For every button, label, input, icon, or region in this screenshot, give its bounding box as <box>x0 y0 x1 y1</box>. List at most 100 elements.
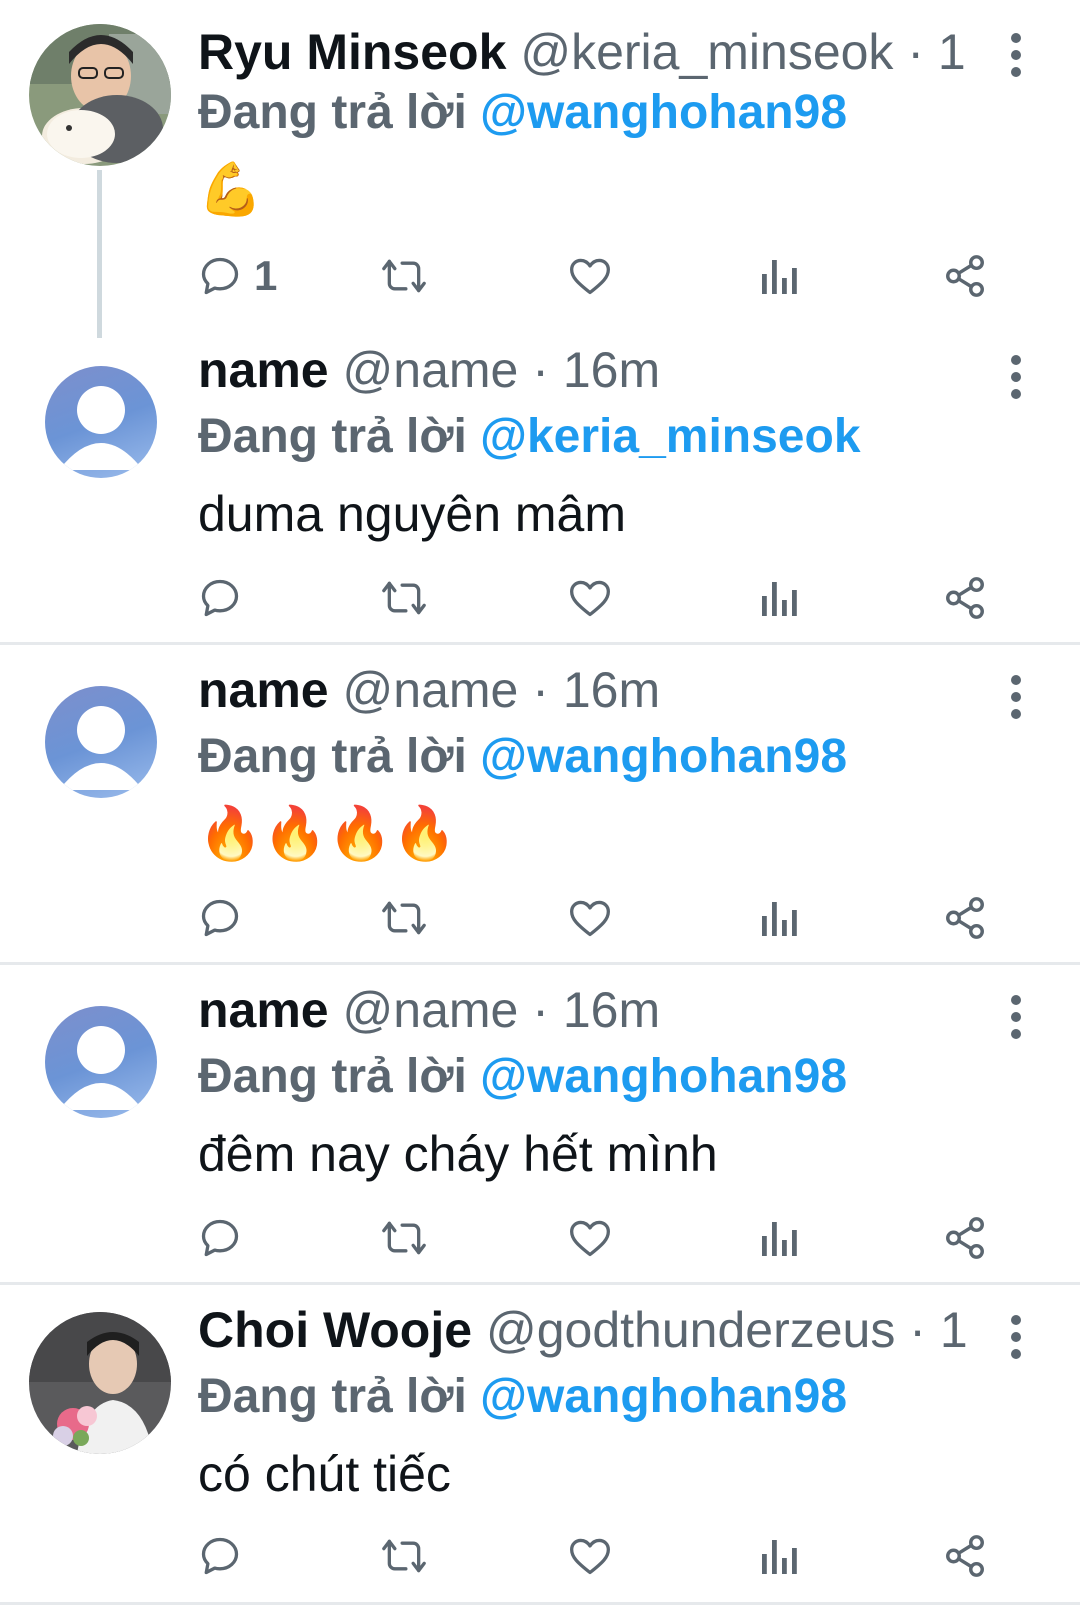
display-name[interactable]: name <box>198 982 329 1038</box>
heart-icon <box>568 1216 612 1260</box>
separator-dot: · <box>909 1302 926 1358</box>
retweet-icon <box>380 576 428 620</box>
mention-link[interactable]: @wanghohan98 <box>480 86 847 139</box>
views-icon <box>758 896 798 940</box>
more-vertical-icon <box>1011 1315 1021 1359</box>
retweet-button[interactable] <box>380 246 428 306</box>
replying-to-line: Đang trả lời @wanghohan98 <box>198 1048 847 1106</box>
mention-link[interactable]: @keria_minseok <box>480 410 860 463</box>
timestamp[interactable]: 16m <box>563 662 660 718</box>
avatar[interactable] <box>45 366 157 478</box>
replying-label: Đang trả lời <box>198 730 467 783</box>
like-button[interactable] <box>568 246 612 306</box>
timestamp[interactable]: 1... <box>940 1302 970 1358</box>
mention-link[interactable]: @wanghohan98 <box>480 1050 847 1103</box>
avatar[interactable] <box>29 24 171 166</box>
heart-icon <box>568 1534 612 1578</box>
share-button[interactable] <box>942 1208 988 1268</box>
like-button[interactable] <box>568 1208 612 1268</box>
share-button[interactable] <box>942 568 988 628</box>
reply-button[interactable] <box>198 1526 242 1586</box>
reply-icon <box>198 576 242 620</box>
mention-link[interactable]: @wanghohan98 <box>480 730 847 783</box>
share-icon <box>942 575 988 621</box>
views-button[interactable] <box>758 246 798 306</box>
reply-button[interactable]: 1 <box>198 246 277 306</box>
more-options-button[interactable] <box>1004 992 1028 1042</box>
share-button[interactable] <box>942 246 988 306</box>
views-button[interactable] <box>758 568 798 628</box>
share-icon <box>942 1215 988 1261</box>
replying-label: Đang trả lời <box>198 1370 467 1423</box>
mention-link[interactable]: @wanghohan98 <box>480 1370 847 1423</box>
reply-icon <box>198 896 242 940</box>
like-button[interactable] <box>568 1526 612 1586</box>
tweet-body: đêm nay cháy hết mình <box>198 1126 718 1182</box>
more-options-button[interactable] <box>1004 672 1028 722</box>
share-icon <box>942 895 988 941</box>
share-icon <box>942 253 988 299</box>
tweet-body: 💪 <box>198 161 263 219</box>
tweet-divider <box>0 1602 1080 1605</box>
views-icon <box>758 1534 798 1578</box>
retweet-icon <box>380 1534 428 1578</box>
tweet-actions <box>0 888 1080 948</box>
display-name[interactable]: Choi Wooje <box>198 1302 472 1358</box>
reply-button[interactable] <box>198 888 242 948</box>
more-options-button[interactable] <box>1004 1312 1028 1362</box>
display-name[interactable]: Ryu Minseok <box>198 24 506 80</box>
reply-button[interactable] <box>198 568 242 628</box>
replying-to-line: Đang trả lời @wanghohan98 <box>198 1368 847 1426</box>
tweet-divider <box>0 962 1080 965</box>
more-vertical-icon <box>1011 355 1021 399</box>
retweet-button[interactable] <box>380 1208 428 1268</box>
user-handle[interactable]: @keria_minseok <box>520 24 893 80</box>
timestamp[interactable]: 1... <box>938 24 970 80</box>
heart-icon <box>568 254 612 298</box>
tweet-header: name @name · 16m <box>198 660 970 720</box>
share-button[interactable] <box>942 1526 988 1586</box>
reply-count: 1 <box>254 252 278 299</box>
separator-dot: · <box>532 342 549 398</box>
tweet-header: name @name · 16m <box>198 340 970 400</box>
avatar[interactable] <box>29 1312 171 1454</box>
display-name[interactable]: name <box>198 342 329 398</box>
user-handle[interactable]: @godthunderzeus <box>486 1302 895 1358</box>
tweet-actions: 1 <box>0 246 1080 306</box>
reply-icon <box>198 1534 242 1578</box>
timestamp[interactable]: 16m <box>563 342 660 398</box>
more-vertical-icon <box>1011 33 1021 77</box>
replying-to-line: Đang trả lời @wanghohan98 <box>198 728 847 786</box>
retweet-icon <box>380 896 428 940</box>
timestamp[interactable]: 16m <box>563 982 660 1038</box>
display-name[interactable]: name <box>198 662 329 718</box>
views-icon <box>758 1216 798 1260</box>
avatar[interactable] <box>45 686 157 798</box>
tweet-body: duma nguyên mâm <box>198 486 627 542</box>
retweet-button[interactable] <box>380 1526 428 1586</box>
share-icon <box>942 1533 988 1579</box>
retweet-button[interactable] <box>380 568 428 628</box>
views-button[interactable] <box>758 888 798 948</box>
retweet-button[interactable] <box>380 888 428 948</box>
user-handle[interactable]: @name <box>343 342 519 398</box>
separator-dot: · <box>532 662 549 718</box>
like-button[interactable] <box>568 888 612 948</box>
more-vertical-icon <box>1011 675 1021 719</box>
user-handle[interactable]: @name <box>343 982 519 1038</box>
reply-button[interactable] <box>198 1208 242 1268</box>
tweet-actions <box>0 568 1080 628</box>
views-button[interactable] <box>758 1526 798 1586</box>
heart-icon <box>568 576 612 620</box>
tweet-divider <box>0 642 1080 645</box>
user-handle[interactable]: @name <box>343 662 519 718</box>
views-button[interactable] <box>758 1208 798 1268</box>
avatar[interactable] <box>45 1006 157 1118</box>
more-options-button[interactable] <box>1004 30 1028 80</box>
replying-label: Đang trả lời <box>198 86 467 139</box>
reply-icon <box>198 1216 242 1260</box>
more-options-button[interactable] <box>1004 352 1028 402</box>
share-button[interactable] <box>942 888 988 948</box>
like-button[interactable] <box>568 568 612 628</box>
replying-to-line: Đang trả lời @keria_minseok <box>198 408 861 466</box>
